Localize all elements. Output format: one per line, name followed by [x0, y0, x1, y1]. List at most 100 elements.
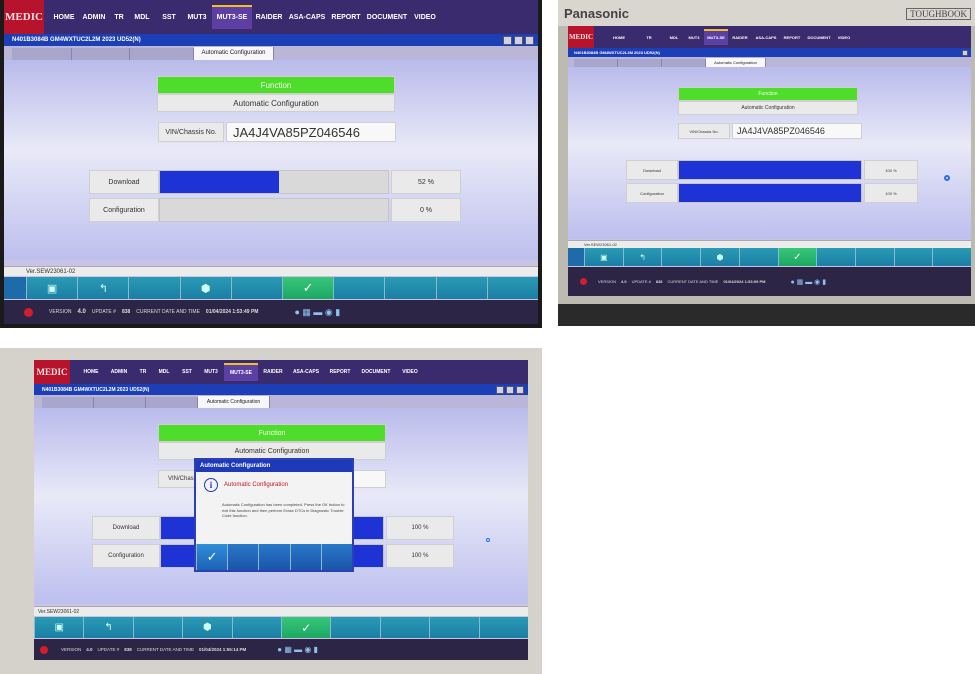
tray-icons[interactable]: ● ▦ ▬ ◉ ▮: [294, 307, 340, 318]
nav-sst[interactable]: SST: [156, 14, 182, 21]
toolbar-button-5[interactable]: [738, 248, 778, 266]
erase-button[interactable]: ⬢: [700, 248, 739, 266]
nav-home[interactable]: HOME: [78, 369, 104, 375]
nav-tr[interactable]: TR: [110, 14, 128, 21]
nav-mdl[interactable]: MDL: [664, 35, 684, 40]
toolbar-button-9[interactable]: [435, 277, 487, 299]
nav-report[interactable]: REPORT: [780, 35, 804, 40]
tray-icons[interactable]: ● ▦ ▬ ◉ ▮: [790, 278, 826, 286]
toolbar-button-5[interactable]: [230, 277, 283, 299]
tab-automatic-configuration[interactable]: Automatic Configuration: [198, 396, 270, 408]
back-button[interactable]: ↰: [77, 277, 129, 299]
tab-1[interactable]: [12, 48, 72, 60]
dialog-button-4[interactable]: [289, 544, 321, 570]
tab-2[interactable]: [72, 48, 130, 60]
nav-video[interactable]: VIDEO: [410, 14, 440, 21]
toolbar-button-8[interactable]: [854, 248, 894, 266]
nav-mut3-se[interactable]: MUT3-SE: [704, 29, 728, 45]
nav-mdl[interactable]: MDL: [128, 14, 156, 21]
version-label: VERSION: [598, 279, 617, 284]
toolbar-button-7[interactable]: [333, 277, 385, 299]
minimize-button[interactable]: [496, 385, 504, 394]
toolbar-button-7[interactable]: [330, 617, 380, 638]
nav-raider[interactable]: RAIDER: [258, 369, 288, 375]
toolbar-button-7[interactable]: [816, 248, 855, 266]
nav-report[interactable]: REPORT: [328, 14, 364, 21]
back-button[interactable]: ↰: [83, 617, 133, 638]
nav-mdl[interactable]: MDL: [152, 369, 176, 375]
toolbar-button-3[interactable]: [132, 617, 183, 638]
ok-button[interactable]: ✓: [777, 248, 817, 266]
meds-screen: MEDIC HOME TR MDL MUT3 MUT3-SE RAIDER AS…: [568, 26, 971, 296]
minimize-button[interactable]: [503, 35, 512, 45]
nav-report[interactable]: REPORT: [324, 369, 356, 375]
dialog-button-3[interactable]: [258, 544, 290, 570]
close-button[interactable]: [525, 35, 534, 45]
power-icon[interactable]: [580, 278, 587, 285]
erase-button[interactable]: ⬢: [182, 617, 232, 638]
nav-document[interactable]: DOCUMENT: [356, 369, 396, 375]
back-button[interactable]: ↰: [622, 248, 662, 266]
tab-3[interactable]: [130, 48, 194, 60]
nav-raider[interactable]: RAIDER: [252, 14, 286, 21]
nav-mut3[interactable]: MUT3: [182, 14, 212, 21]
ok-button[interactable]: ✓: [281, 617, 331, 638]
tab-automatic-configuration[interactable]: Automatic Configuration: [194, 47, 274, 60]
toolbar-button-9[interactable]: [429, 617, 479, 638]
toolbar-button-8[interactable]: [379, 617, 430, 638]
configuration-label: Configuration: [626, 183, 678, 203]
return-arrow-icon: ↰: [98, 282, 108, 295]
dialog-ok-button[interactable]: ✓: [196, 544, 228, 570]
close-button[interactable]: [516, 385, 524, 394]
power-icon[interactable]: [24, 307, 33, 317]
toolbar-button-10[interactable]: [478, 617, 528, 638]
nav-asa-caps[interactable]: ASA-CAPS: [752, 35, 780, 40]
tab-3[interactable]: [662, 59, 706, 67]
nav-home[interactable]: HOME: [604, 35, 634, 40]
nav-admin[interactable]: ADMIN: [78, 14, 110, 21]
dialog-button-2[interactable]: [227, 544, 259, 570]
nav-document[interactable]: DOCUMENT: [364, 14, 410, 21]
power-icon[interactable]: [40, 645, 48, 654]
toolbar-button-10[interactable]: [932, 248, 971, 266]
dialog-button-5[interactable]: [320, 544, 353, 570]
tab-2[interactable]: [618, 59, 662, 67]
tab-3[interactable]: [146, 397, 198, 408]
nav-asa-caps[interactable]: ASA-CAPS: [288, 369, 324, 375]
close-button[interactable]: [962, 49, 968, 56]
tab-1[interactable]: [574, 59, 618, 67]
nav-mut3[interactable]: MUT3: [198, 369, 224, 375]
nav-sst[interactable]: SST: [176, 369, 198, 375]
nav-mut3[interactable]: MUT3: [684, 35, 704, 40]
print-button[interactable]: ▣: [26, 277, 78, 299]
toolbar-button-10[interactable]: [486, 277, 538, 299]
tab-2[interactable]: [94, 397, 146, 408]
maximize-button[interactable]: [514, 35, 523, 45]
toolbar-button-3[interactable]: [661, 248, 701, 266]
toolbar-button-5[interactable]: [231, 617, 282, 638]
nav-mut3-se[interactable]: MUT3-SE: [212, 5, 252, 29]
nav-tr[interactable]: TR: [134, 369, 152, 375]
toolbar-button-3[interactable]: [128, 277, 180, 299]
nav-raider[interactable]: RAIDER: [728, 35, 752, 40]
nav-video[interactable]: VIDEO: [396, 369, 424, 375]
tab-automatic-configuration[interactable]: Automatic Configuration: [706, 58, 766, 67]
ok-button[interactable]: ✓: [282, 277, 334, 299]
print-button[interactable]: ▣: [584, 248, 623, 266]
nav-mut3-se[interactable]: MUT3-SE: [224, 363, 258, 381]
tray-icons[interactable]: ● ▦ ▬ ◉ ▮: [277, 645, 318, 654]
nav-tr[interactable]: TR: [634, 35, 664, 40]
maximize-button[interactable]: [506, 385, 514, 394]
toolbar-button-8[interactable]: [384, 277, 436, 299]
version-label: VERSION: [61, 647, 82, 652]
nav-video[interactable]: VIDEO: [834, 35, 854, 40]
print-button[interactable]: ▣: [34, 617, 84, 638]
nav-document[interactable]: DOCUMENT: [804, 35, 834, 40]
nav-asa-caps[interactable]: ASA-CAPS: [286, 14, 328, 21]
erase-button[interactable]: ⬢: [179, 277, 231, 299]
toolbar-button-9[interactable]: [893, 248, 933, 266]
nav-admin[interactable]: ADMIN: [104, 369, 134, 375]
tab-1[interactable]: [42, 397, 94, 408]
nav-home[interactable]: HOME: [50, 14, 78, 21]
bottom-toolbar: ▣ ↰ ⬢ ✓: [568, 248, 971, 266]
